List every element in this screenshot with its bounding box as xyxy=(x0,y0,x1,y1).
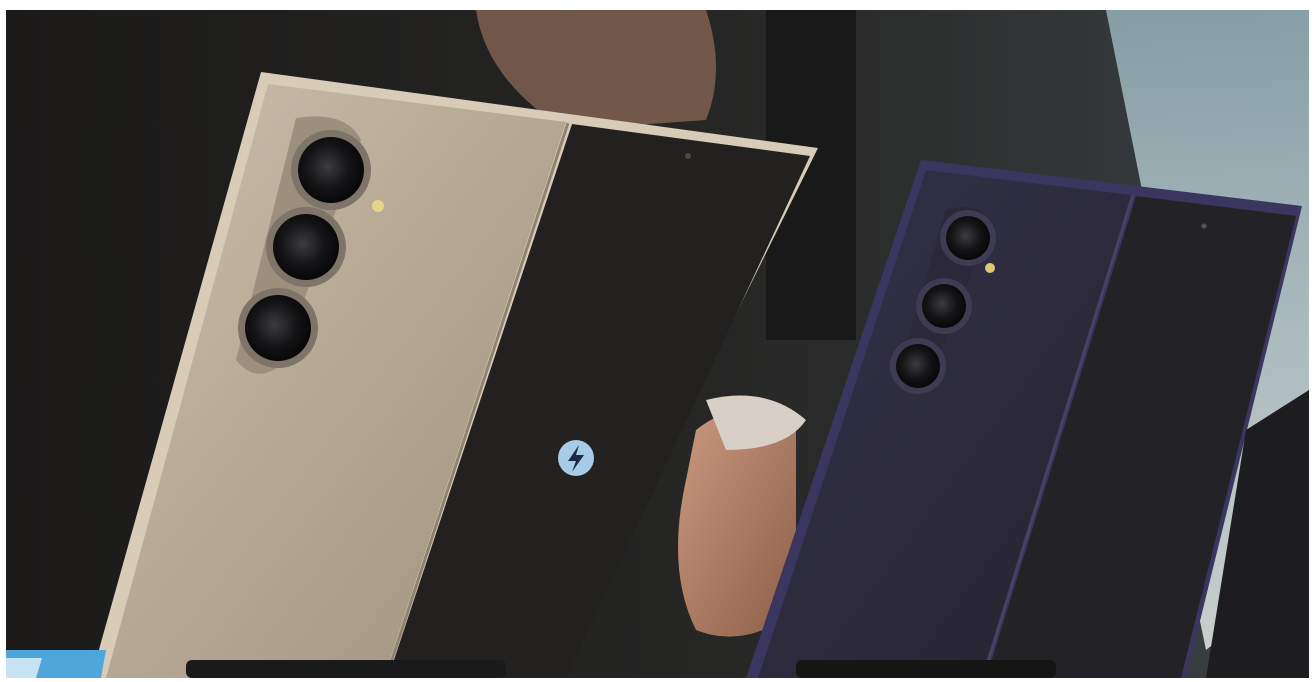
camera-flash xyxy=(985,263,995,273)
camera-lens xyxy=(245,295,311,361)
photo-scene xyxy=(6,10,1309,678)
photo-frame xyxy=(6,10,1309,678)
camera-lens xyxy=(298,137,364,203)
camera-flash xyxy=(372,200,384,212)
camera-lens xyxy=(896,344,940,388)
display-stand xyxy=(186,660,506,678)
left-phone-front-camera xyxy=(685,153,691,159)
lightning-bolt-icon xyxy=(558,440,594,476)
camera-lens xyxy=(922,284,966,328)
display-stand xyxy=(796,660,1056,678)
camera-lens xyxy=(273,214,339,280)
camera-lens xyxy=(946,216,990,260)
corner-sticker-light xyxy=(6,658,42,678)
right-phone-front-camera xyxy=(1201,223,1207,229)
